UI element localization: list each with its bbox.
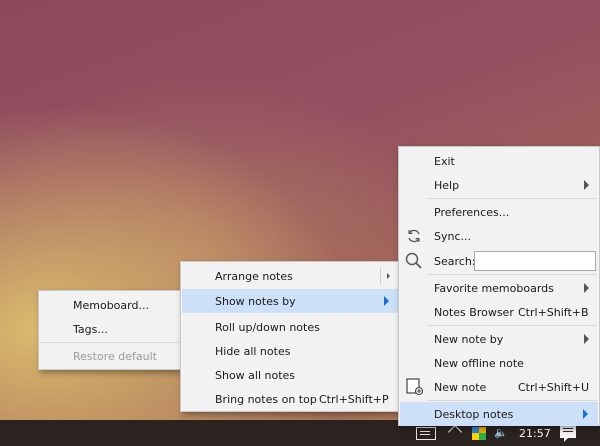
action-center-icon[interactable] bbox=[416, 427, 436, 440]
tags-item[interactable]: Tags... bbox=[40, 317, 180, 341]
show-all-notes-item[interactable]: Show all notes bbox=[182, 363, 398, 387]
arrange-notes-item[interactable]: Arrange notes bbox=[182, 264, 398, 288]
tray-context-menu: Exit Help Preferences... Sync... Search:… bbox=[398, 146, 600, 426]
shortcut-label: Ctrl+Shift+B bbox=[518, 305, 589, 319]
new-note-item[interactable]: New note Ctrl+Shift+U bbox=[400, 375, 598, 399]
new-note-by-item[interactable]: New note by bbox=[400, 327, 598, 351]
submenu-split-divider bbox=[380, 267, 381, 285]
chevron-right-icon bbox=[583, 409, 588, 419]
bring-notes-on-top-item[interactable]: Bring notes on top Ctrl+Shift+P bbox=[182, 387, 398, 411]
app-tray-icon[interactable] bbox=[472, 427, 486, 440]
shortcut-label: Ctrl+Shift+P bbox=[319, 392, 389, 406]
memoboard-item[interactable]: Memoboard... bbox=[40, 293, 180, 317]
search-item: Search: bbox=[400, 249, 598, 273]
search-input[interactable] bbox=[474, 251, 596, 271]
chevron-right-icon bbox=[384, 296, 389, 306]
chevron-right-icon[interactable] bbox=[387, 273, 390, 279]
notes-browser-item[interactable]: Notes Browser Ctrl+Shift+B bbox=[400, 300, 598, 324]
menu-separator bbox=[427, 400, 597, 401]
shortcut-label: Ctrl+Shift+U bbox=[518, 380, 590, 394]
chevron-right-icon bbox=[584, 283, 589, 293]
menu-separator bbox=[40, 342, 179, 343]
menu-separator bbox=[427, 325, 597, 326]
restore-default-item: Restore default bbox=[73, 349, 157, 363]
exit-item[interactable]: Exit bbox=[400, 149, 598, 173]
desktop-notes-submenu: Arrange notes Show notes by Roll up/down… bbox=[180, 261, 400, 412]
hide-all-notes-item[interactable]: Hide all notes bbox=[182, 339, 398, 363]
sync-item[interactable]: Sync... bbox=[400, 224, 598, 248]
menu-separator bbox=[427, 274, 597, 275]
volume-icon[interactable]: 🔈 bbox=[494, 426, 512, 440]
favorite-memoboards-item[interactable]: Favorite memoboards bbox=[400, 276, 598, 300]
new-offline-note-item[interactable]: New offline note bbox=[400, 351, 598, 375]
memoboard-submenu: Memoboard... Tags... Restore default bbox=[38, 290, 182, 370]
chevron-right-icon bbox=[584, 180, 589, 190]
new-note-icon bbox=[406, 378, 424, 396]
desktop-notes-item[interactable]: Desktop notes bbox=[400, 402, 598, 426]
sync-icon bbox=[408, 229, 420, 243]
taskbar-clock[interactable]: 21:57 bbox=[519, 427, 551, 440]
show-notes-by-item[interactable]: Show notes by bbox=[182, 289, 398, 313]
search-icon bbox=[405, 252, 422, 269]
preferences-item[interactable]: Preferences... bbox=[400, 200, 598, 224]
menu-separator bbox=[427, 198, 597, 199]
roll-up-down-notes-item[interactable]: Roll up/down notes bbox=[182, 315, 398, 339]
notifications-icon[interactable] bbox=[560, 425, 576, 442]
help-item[interactable]: Help bbox=[400, 173, 598, 197]
chevron-right-icon bbox=[584, 334, 589, 344]
